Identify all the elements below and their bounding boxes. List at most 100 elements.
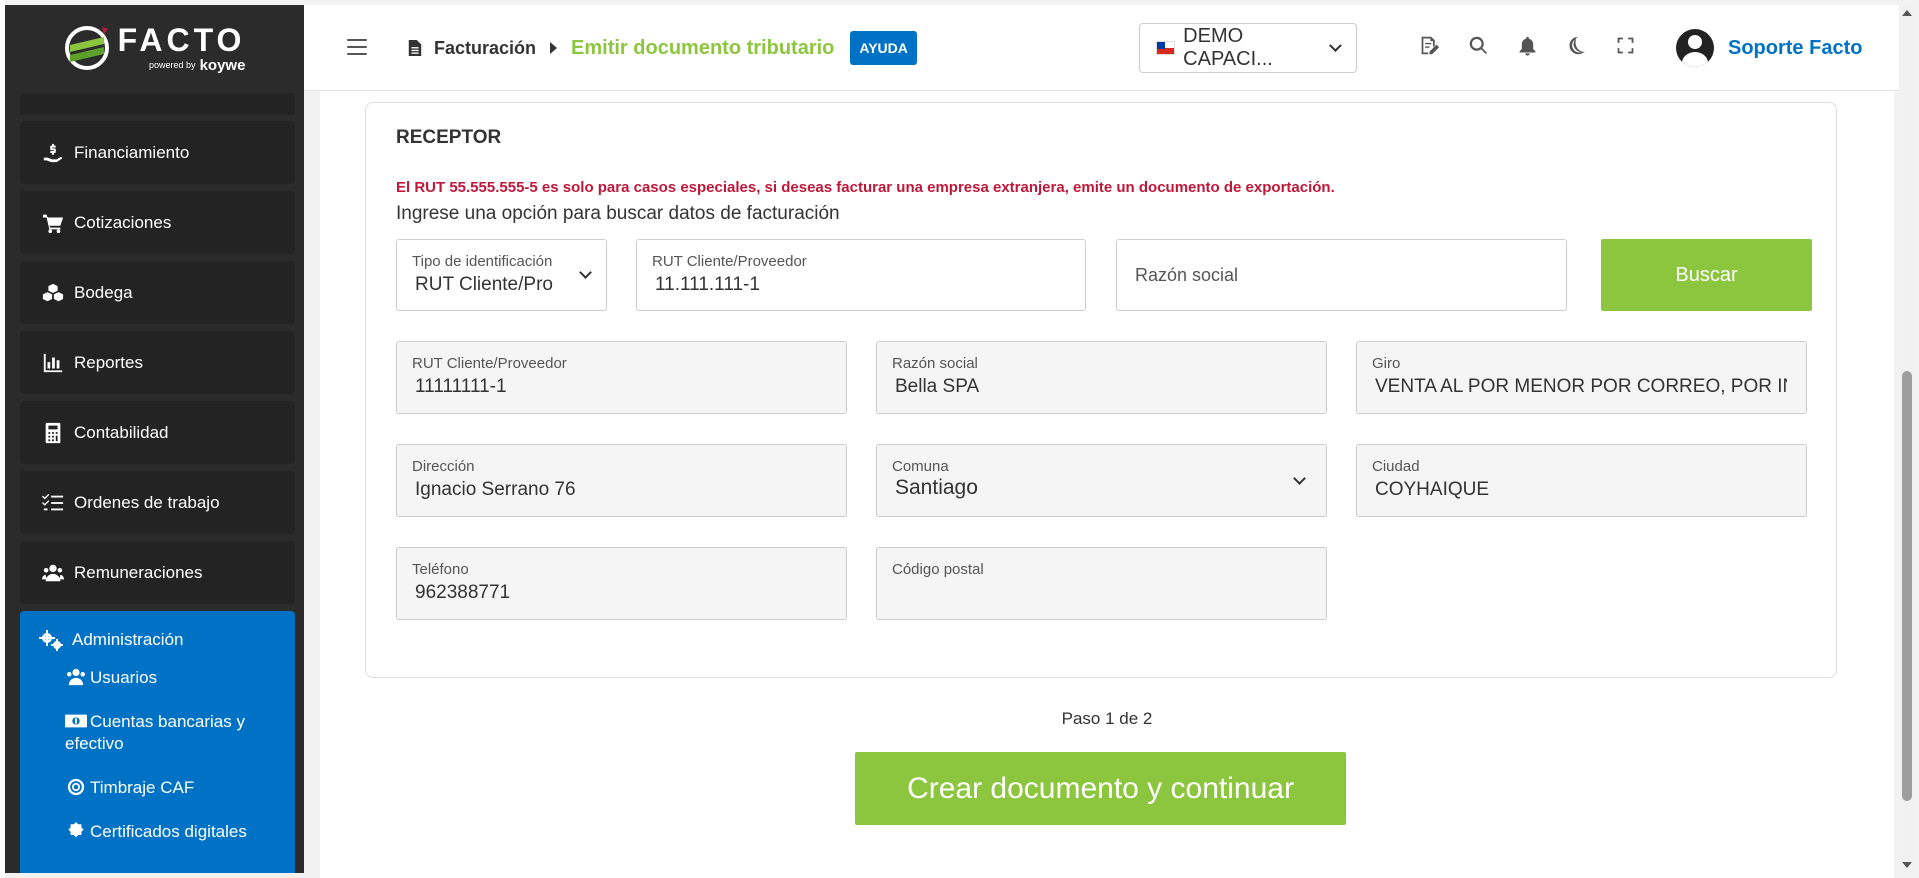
field-value: VENTA AL POR MENOR POR CORREO, POR IN	[1375, 376, 1787, 397]
field-value: 11.111.111-1	[655, 274, 760, 295]
field-label: RUT Cliente/Proveedor	[412, 355, 567, 372]
target-icon	[67, 778, 85, 796]
razon-social-field[interactable]: Razón social Bella SPA	[876, 341, 1327, 414]
caret-right-icon	[550, 42, 558, 54]
sidebar-subitem-cuentas[interactable]: Cuentas bancarias y efectivo	[65, 711, 279, 755]
sidebar-item-financiamiento[interactable]: Financiamiento	[20, 121, 295, 184]
sidebar-item-reportes[interactable]: Reportes	[20, 331, 295, 394]
sign-document-icon[interactable]	[1419, 35, 1440, 56]
sidebar-subitem-certificados[interactable]: Certificados digitales	[65, 821, 279, 843]
field-label: RUT Cliente/Proveedor	[652, 253, 807, 270]
scroll-up-icon[interactable]	[1902, 10, 1912, 16]
field-label: Teléfono	[412, 561, 469, 578]
breadcrumb-current: Emitir documento tributario	[571, 36, 835, 59]
sub-label: Cuentas bancarias y efectivo	[65, 712, 245, 753]
user-menu[interactable]: Soporte Facto	[1676, 29, 1862, 67]
sub-label: Usuarios	[90, 668, 158, 687]
avatar	[1676, 29, 1714, 67]
field-label: Ciudad	[1372, 458, 1420, 475]
chile-flag-icon	[1156, 41, 1176, 55]
search-icon[interactable]	[1468, 35, 1489, 56]
receptor-panel: RECEPTOR El RUT 55.555.555-5 es solo par…	[365, 102, 1837, 678]
panel-title: RECEPTOR	[396, 127, 502, 148]
breadcrumb-section[interactable]: Facturación	[434, 38, 536, 59]
field-label: Giro	[1372, 355, 1401, 372]
breadcrumb: Facturación Emitir documento tributario …	[408, 31, 917, 65]
sidebar-subitem-usuarios[interactable]: Usuarios	[65, 667, 279, 689]
field-value: Ignacio Serrano 76	[415, 479, 576, 500]
scroll-thumb[interactable]	[1902, 371, 1912, 801]
search-button[interactable]: Buscar	[1601, 239, 1812, 311]
company-selector[interactable]: DEMO CAPACI...	[1139, 23, 1357, 73]
telefono-field[interactable]: Teléfono 962388771	[396, 547, 847, 620]
codigo-postal-field[interactable]: Código postal	[876, 547, 1327, 620]
direccion-field[interactable]: Dirección Ignacio Serrano 76	[396, 444, 847, 517]
step-indicator: Paso 1 de 2	[1061, 709, 1153, 728]
boxes-icon	[40, 282, 66, 304]
company-name: DEMO CAPACI...	[1183, 25, 1273, 70]
header-actions	[1419, 35, 1636, 56]
chevron-down-icon	[579, 266, 592, 279]
list-check-icon	[40, 492, 66, 514]
menu-toggle-icon[interactable]	[347, 39, 367, 55]
fullscreen-icon[interactable]	[1615, 35, 1636, 56]
admin-header[interactable]: Administración	[38, 629, 279, 651]
search-rut-input[interactable]: RUT Cliente/Proveedor 11.111.111-1	[636, 239, 1086, 311]
brand-powered: powered by	[149, 59, 196, 70]
sidebar-item-contabilidad[interactable]: Contabilidad	[20, 401, 295, 464]
money-bill-icon	[65, 714, 87, 728]
field-value: COYHAIQUE	[1375, 479, 1490, 500]
create-document-button[interactable]: Crear documento y continuar	[855, 752, 1346, 825]
rut-warning: El RUT 55.555.555-5 es solo para casos e…	[396, 179, 1335, 196]
sidebar-item-ordenes[interactable]: Ordenes de trabajo	[20, 471, 295, 534]
field-value: 962388771	[415, 582, 511, 603]
field-label: Comuna	[892, 458, 949, 475]
users-icon	[40, 562, 66, 584]
sidebar-item-label: Ordenes de trabajo	[74, 492, 220, 512]
sidebar-item-remuneraciones[interactable]: Remuneraciones	[20, 541, 295, 604]
sidebar-item-administracion[interactable]: Administración Usuarios Cuentas bancaria…	[20, 611, 295, 873]
sidebar-item-bodega[interactable]: Bodega	[20, 261, 295, 324]
sidebar-item-cotizaciones[interactable]: Cotizaciones	[20, 191, 295, 254]
bar-chart-icon	[40, 352, 66, 374]
search-razon-input[interactable]: Razón social	[1116, 239, 1567, 311]
id-type-select[interactable]: Tipo de identificación RUT Cliente/Pro	[396, 239, 607, 311]
sidebar-item-label: Remuneraciones	[74, 562, 203, 582]
moon-icon[interactable]	[1566, 35, 1587, 56]
field-value: 11111111-1	[415, 376, 507, 397]
bell-icon[interactable]	[1517, 35, 1538, 56]
field-label: Dirección	[412, 458, 475, 475]
field-value: Bella SPA	[895, 376, 980, 397]
giro-field[interactable]: Giro VENTA AL POR MENOR POR CORREO, POR …	[1356, 341, 1807, 414]
sidebar-item-label: Financiamiento	[74, 142, 190, 162]
help-button[interactable]: AYUDA	[850, 31, 917, 65]
user-name: Soporte Facto	[1728, 36, 1863, 59]
sub-label: Certificados digitales	[90, 822, 247, 841]
sidebar-item-partial[interactable]	[20, 93, 295, 115]
sidebar-item-label: Reportes	[74, 352, 143, 372]
search-hint: Ingrese una opción para buscar datos de …	[396, 203, 840, 224]
hand-money-icon	[40, 142, 66, 164]
brand-logo[interactable]: FACTO powered by koywe	[5, 5, 304, 91]
sidebar: FACTO powered by koywe Financiamiento Cot…	[5, 5, 304, 873]
sidebar-item-label: Contabilidad	[74, 422, 169, 442]
sidebar-item-label: Bodega	[74, 282, 133, 302]
scroll-down-icon[interactable]	[1902, 862, 1912, 868]
brand-name: FACTO	[117, 21, 246, 58]
sidebar-subitem-timbraje[interactable]: Timbraje CAF	[65, 777, 279, 799]
rut-field[interactable]: RUT Cliente/Proveedor 11111111-1	[396, 341, 847, 414]
admin-label: Administración	[72, 630, 184, 649]
main-content: RECEPTOR El RUT 55.555.555-5 es solo par…	[320, 91, 1894, 878]
field-label: Razón social	[892, 355, 978, 372]
field-value: RUT Cliente/Pro	[415, 274, 553, 295]
page-scrollbar[interactable]	[1899, 5, 1915, 873]
comuna-select[interactable]: Comuna Santiago	[876, 444, 1327, 517]
sidebar-nav: Financiamiento Cotizaciones Bodega Repor…	[20, 93, 295, 873]
field-value: Santiago	[895, 476, 978, 499]
ciudad-field[interactable]: Ciudad COYHAIQUE	[1356, 444, 1807, 517]
field-label: Tipo de identificación	[412, 253, 553, 270]
brand-partner: koywe	[199, 56, 246, 74]
users-icon	[67, 668, 85, 686]
sub-label: Timbraje CAF	[90, 778, 195, 797]
calculator-icon	[40, 422, 66, 444]
